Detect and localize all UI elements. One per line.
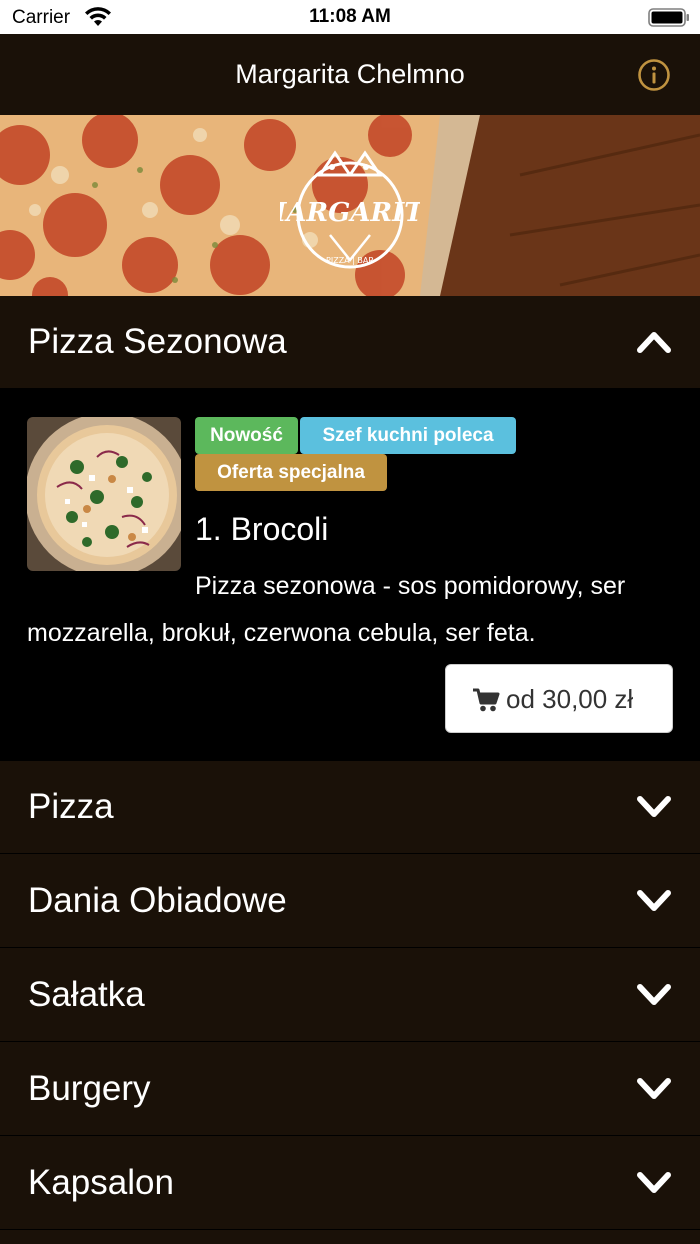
info-circle-icon[interactable] bbox=[637, 58, 671, 92]
badge-chef-recommends: Szef kuchni poleca bbox=[300, 417, 516, 454]
nav-bar: Margarita Chelmno bbox=[0, 34, 700, 115]
item-description: Pizza sezonowa - sos pomidorowy, ser moz… bbox=[27, 572, 626, 647]
section-header-burgery[interactable]: Burgery bbox=[0, 1043, 700, 1136]
section-label: Dania Obiadowe bbox=[28, 881, 287, 920]
shopping-cart-icon bbox=[473, 688, 500, 712]
section-header-kapsalon[interactable]: Kapsalon bbox=[0, 1137, 700, 1230]
margarita-logo: MARGARITA PIZZA | BAR bbox=[280, 150, 420, 269]
chevron-up-icon bbox=[637, 332, 671, 353]
section-header-pizza-sezonowa[interactable]: Pizza Sezonowa bbox=[0, 296, 700, 389]
badge-special-offer: Oferta specjalna bbox=[195, 454, 387, 491]
section-label: Kapsalon bbox=[28, 1163, 174, 1202]
section-header-dania-obiadowe[interactable]: Dania Obiadowe bbox=[0, 855, 700, 948]
section-header-pizza[interactable]: Pizza bbox=[0, 761, 700, 854]
add-to-cart-button[interactable]: od 30,00 zł bbox=[445, 664, 673, 733]
section-label: Sałatka bbox=[28, 975, 145, 1014]
price-label: od 30,00 zł bbox=[506, 684, 634, 714]
badge-new: Nowość bbox=[195, 417, 298, 454]
section-header-salatka[interactable]: Sałatka bbox=[0, 949, 700, 1042]
menu-item-card: Nowość Szef kuchni poleca Oferta specjal… bbox=[0, 389, 700, 761]
chevron-down-icon bbox=[637, 890, 671, 911]
logo-text: MARGARITA bbox=[280, 198, 420, 228]
chevron-down-icon bbox=[637, 1078, 671, 1099]
clock: 11:08 AM bbox=[309, 6, 391, 27]
chevron-down-icon bbox=[637, 1172, 671, 1193]
status-bar: Carrier 11:08 AM bbox=[0, 0, 700, 34]
restaurant-title: Margarita Chelmno bbox=[235, 59, 465, 89]
chevron-down-icon bbox=[637, 984, 671, 1005]
item-title: 1. Brocoli bbox=[195, 511, 329, 547]
section-label: Burgery bbox=[28, 1069, 151, 1108]
pizza-brocoli-image[interactable] bbox=[27, 417, 181, 571]
hero-banner: MARGARITA PIZZA | BAR bbox=[0, 115, 700, 296]
battery-icon bbox=[648, 8, 689, 27]
section-label: Pizza Sezonowa bbox=[28, 322, 287, 361]
section-label: Pizza bbox=[28, 787, 114, 826]
chevron-down-icon bbox=[637, 796, 671, 817]
